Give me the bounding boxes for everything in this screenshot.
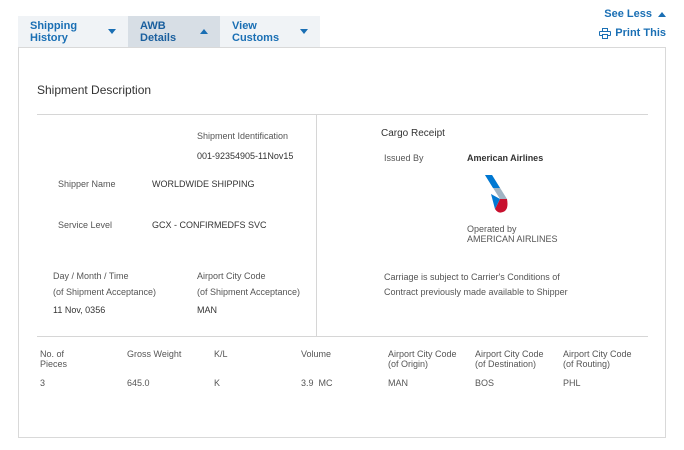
tab-view-customs[interactable]: View Customs	[220, 16, 320, 47]
kl-value: K	[214, 378, 221, 388]
tab-label: View Customs	[232, 19, 280, 44]
caret-up-icon	[200, 29, 208, 34]
issued-by-value: American Airlines	[467, 153, 544, 163]
tab-bar: Shipping History AWB Details View Custom…	[18, 16, 320, 47]
operated-by-value: AMERICAN AIRLINES	[467, 234, 558, 244]
cargo-receipt-heading: Cargo Receipt	[381, 128, 445, 139]
pieces-value: 3	[40, 378, 46, 388]
acceptance-airport-label: Airport City Code	[197, 271, 266, 281]
service-level-label: Service Level	[58, 220, 113, 230]
shipment-id-value: 001-92354905-11Nov15	[197, 151, 294, 161]
origin-header-sub: (of Origin)	[388, 359, 429, 369]
tab-awb-details[interactable]: AWB Details	[128, 16, 220, 47]
routing-header: Airport City Code	[563, 349, 632, 359]
divider	[37, 114, 648, 115]
acceptance-airport-value: MAN	[197, 305, 217, 315]
acceptance-time-label: Day / Month / Time	[53, 271, 129, 281]
see-less-link[interactable]: See Less	[604, 8, 666, 20]
issued-by-label: Issued By	[384, 153, 424, 163]
origin-header: Airport City Code	[388, 349, 457, 359]
tab-label: AWB Details	[140, 19, 177, 44]
destination-header: Airport City Code	[475, 349, 544, 359]
acceptance-time-value: 11 Nov, 0356	[53, 305, 106, 315]
see-less-label: See Less	[604, 8, 652, 20]
caret-down-icon	[108, 29, 116, 34]
origin-value: MAN	[388, 378, 408, 388]
gross-weight-header: Gross Weight	[127, 349, 182, 359]
shipper-name-label: Shipper Name	[58, 179, 116, 189]
divider	[316, 114, 317, 336]
routing-header-sub: (of Routing)	[563, 359, 611, 369]
carriage-notice-line2: Contract previously made available to Sh…	[384, 287, 568, 297]
routing-value: PHL	[563, 378, 581, 388]
tab-label: Shipping History	[30, 19, 78, 44]
shipper-name-value: WORLDWIDE SHIPPING	[152, 179, 255, 189]
carriage-notice: Carriage is subject to Carrier's Conditi…	[384, 272, 560, 282]
printer-icon	[599, 27, 612, 39]
pieces-header: No. of	[40, 349, 65, 359]
caret-up-icon	[658, 11, 666, 17]
volume-header: Volume	[301, 349, 332, 359]
destination-value: BOS	[475, 378, 495, 388]
section-title: Shipment Description	[37, 83, 152, 97]
destination-header-sub: (of Destination)	[475, 359, 537, 369]
volume-value: 3.9 MC	[301, 378, 333, 388]
pieces-header-sub: Pieces	[40, 359, 68, 369]
american-airlines-logo	[485, 175, 508, 213]
caret-down-icon	[300, 29, 308, 34]
gross-weight-value: 645.0	[127, 378, 150, 388]
top-links: See Less	[604, 4, 666, 22]
service-level-value: GCX - CONFIRMEDFS SVC	[152, 220, 267, 230]
tab-shipping-history[interactable]: Shipping History	[18, 16, 128, 47]
print-link[interactable]: Print This	[599, 27, 666, 39]
print-label: Print This	[615, 27, 666, 39]
kl-header: K/L	[214, 349, 228, 359]
shipment-id-label: Shipment Identification	[197, 131, 289, 141]
acceptance-time-label-sub: (of Shipment Acceptance)	[53, 287, 157, 297]
acceptance-airport-label-sub: (of Shipment Acceptance)	[197, 287, 301, 297]
divider	[37, 336, 648, 337]
